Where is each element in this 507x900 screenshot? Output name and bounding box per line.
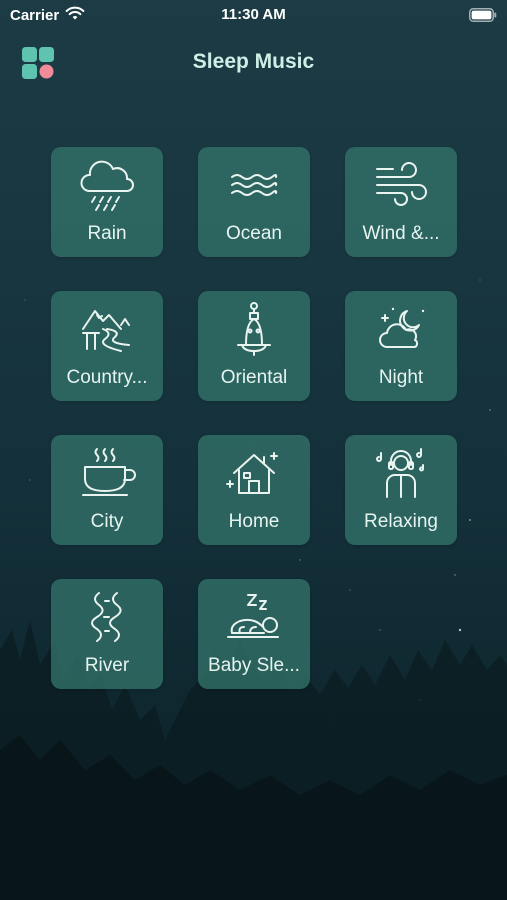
- sound-category-grid: Rain Ocean Wind &... Country... Oriental…: [51, 147, 457, 689]
- category-label: Oriental: [220, 367, 288, 388]
- category-label: Wind &...: [362, 223, 440, 244]
- battery-icon: [469, 8, 497, 26]
- category-label: River: [84, 655, 130, 676]
- status-time: 11:30 AM: [221, 6, 286, 23]
- category-tile-wind[interactable]: Wind &...: [345, 147, 457, 257]
- page-title: Sleep Music: [192, 50, 315, 73]
- sleeping-baby-icon: [224, 587, 284, 647]
- category-label: Baby Sle...: [208, 655, 300, 676]
- category-label: City: [90, 511, 124, 532]
- status-bar: Carrier 11:30 AM: [0, 0, 507, 32]
- category-tile-home[interactable]: Home: [198, 435, 310, 545]
- category-tile-river[interactable]: River: [51, 579, 163, 689]
- category-tile-baby-sleep[interactable]: Baby Sle...: [198, 579, 310, 689]
- moon-cloud-icon: [371, 299, 431, 359]
- category-tile-city[interactable]: City: [51, 435, 163, 545]
- category-label: Rain: [87, 223, 127, 244]
- category-tile-night[interactable]: Night: [345, 291, 457, 401]
- coffee-cup-icon: [77, 443, 137, 503]
- category-tile-ocean[interactable]: Ocean: [198, 147, 310, 257]
- waves-icon: [224, 155, 284, 215]
- temple-bell-icon: [224, 299, 284, 359]
- header: Sleep Music: [0, 40, 507, 84]
- category-tile-country[interactable]: Country...: [51, 291, 163, 401]
- category-label: Home: [228, 511, 280, 532]
- mountain-path-icon: [77, 299, 137, 359]
- category-tile-oriental[interactable]: Oriental: [198, 291, 310, 401]
- category-label: Ocean: [226, 223, 282, 244]
- headphones-person-icon: [371, 443, 431, 503]
- category-label: Night: [378, 367, 424, 388]
- rain-cloud-icon: [77, 155, 137, 215]
- river-icon: [77, 587, 137, 647]
- category-label: Country...: [66, 367, 148, 388]
- house-icon: [224, 443, 284, 503]
- category-tile-rain[interactable]: Rain: [51, 147, 163, 257]
- category-label: Relaxing: [364, 511, 438, 532]
- category-tile-relaxing[interactable]: Relaxing: [345, 435, 457, 545]
- wind-icon: [371, 155, 431, 215]
